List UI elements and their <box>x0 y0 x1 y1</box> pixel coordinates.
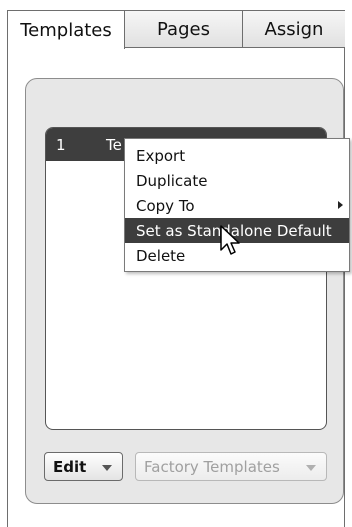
menu-item-duplicate[interactable]: Duplicate <box>125 168 349 193</box>
mouse-pointer-icon <box>220 225 240 255</box>
menu-item-label: Export <box>136 146 186 165</box>
menu-item-label: Copy To <box>136 196 195 215</box>
edit-dropdown-button[interactable]: Edit <box>44 452 123 481</box>
factory-templates-label: Factory Templates <box>144 457 280 476</box>
tab-templates[interactable]: Templates <box>7 10 125 49</box>
edit-label: Edit <box>53 457 87 476</box>
factory-templates-dropdown[interactable]: Factory Templates <box>135 452 327 481</box>
chevron-right-icon <box>338 201 343 209</box>
chevron-down-icon <box>102 465 112 471</box>
menu-item-export[interactable]: Export <box>125 143 349 168</box>
template-name: Te <box>106 135 122 154</box>
tab-pages[interactable]: Pages <box>124 10 243 48</box>
template-index: 1 <box>56 135 66 154</box>
menu-item-label: Delete <box>136 246 186 265</box>
frame-right-border <box>344 48 345 527</box>
tab-assign[interactable]: Assign <box>242 10 345 48</box>
frame-left-border <box>7 48 8 527</box>
menu-item-copy-to[interactable]: Copy To <box>125 193 349 218</box>
menu-item-label: Duplicate <box>136 171 208 190</box>
chevron-down-icon <box>306 465 316 471</box>
